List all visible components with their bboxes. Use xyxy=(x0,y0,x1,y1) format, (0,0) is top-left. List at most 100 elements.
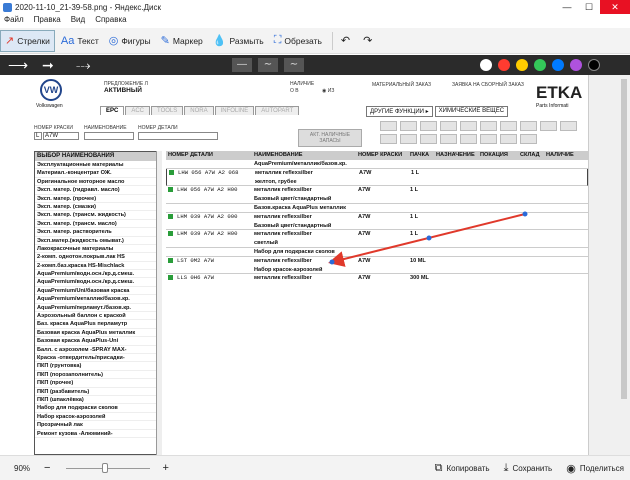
menu-edit[interactable]: Правка xyxy=(34,15,61,27)
table-row[interactable]: LLS 0H6 A7W металлик reflexsilber A7W 300 M… xyxy=(166,274,588,283)
table-row[interactable]: Базовый цвет/стандартный xyxy=(166,222,588,231)
search-icon[interactable] xyxy=(460,134,477,144)
swatch-blue[interactable] xyxy=(552,59,564,71)
table-row[interactable]: LHM 039 A7W A2 000 металлик reflexsilber A… xyxy=(166,213,588,222)
name-list-item[interactable]: ПКП (шпаклёвка) xyxy=(35,396,161,405)
tab-autopart[interactable]: AUTOPART xyxy=(255,106,300,115)
save-button[interactable]: ⤓ Сохранить xyxy=(504,462,553,475)
tools-icon[interactable] xyxy=(500,121,517,131)
arrow-style-bold-icon[interactable]: ➞ xyxy=(42,57,68,74)
name-list-item[interactable]: Балл. с аэрозолем -SPRAY MAX- xyxy=(35,346,161,354)
arrow-style-solid-icon[interactable]: ⟶ xyxy=(8,57,34,74)
arrows-tool-button[interactable]: ↗ Стрелки xyxy=(0,29,55,52)
name-list-item[interactable]: Эксплуатационные материалы xyxy=(35,161,161,170)
tab-nora[interactable]: NORA xyxy=(184,106,214,115)
zoom-slider-knob[interactable] xyxy=(102,463,109,473)
name-list-item[interactable]: Баз. краска AquaPlus перламутр xyxy=(35,320,161,329)
name-list-item[interactable]: ПКП (грунтовка) xyxy=(35,362,161,371)
col-availability[interactable]: НАЛИЧИЕ xyxy=(544,151,584,160)
swatch-black[interactable] xyxy=(588,59,600,71)
tab-epc[interactable]: EPC xyxy=(100,106,125,115)
text-tool-button[interactable]: Aa Текст xyxy=(57,30,103,52)
col-warehouse[interactable]: СКЛАД xyxy=(518,151,544,160)
settings-icon[interactable] xyxy=(520,134,537,144)
name-list-item[interactable]: AquaPremium/металлик/базов.кр. xyxy=(35,295,161,304)
name-list-item[interactable]: Эксп. матер. (трансм. масло) xyxy=(35,220,161,229)
line-thick-button[interactable]: ∼ xyxy=(284,58,304,72)
line-medium-button[interactable]: ∼ xyxy=(258,58,278,72)
list-icon[interactable] xyxy=(460,121,477,131)
copy-icon[interactable] xyxy=(560,121,577,131)
undo-button[interactable]: ↶ xyxy=(337,30,357,52)
arrow-style-dotted-icon[interactable]: ⤏ xyxy=(76,57,102,74)
edit-icon[interactable] xyxy=(420,134,437,144)
name-list-item[interactable]: AquaPremium/Uni/базовая краска xyxy=(35,287,161,296)
paint-number-field[interactable]: A7W xyxy=(43,132,79,140)
presence-option-iz[interactable]: ◉ ИЗ xyxy=(322,88,334,94)
menu-view[interactable]: Вид xyxy=(71,15,85,27)
col-part-number[interactable]: НОМЕР ДЕТАЛИ xyxy=(166,151,252,160)
name-list-item[interactable]: 2-комп.баз.краска HS-Mischlack xyxy=(35,262,161,271)
name-field[interactable] xyxy=(84,132,134,140)
col-location[interactable]: ПОКАЦИЯ xyxy=(478,151,518,160)
scrollbar-thumb[interactable] xyxy=(621,79,627,399)
name-list-item[interactable]: Оригинальное моторное масло xyxy=(35,178,161,187)
name-list-item[interactable]: ПКП (разбавитель) xyxy=(35,388,161,396)
blur-tool-button[interactable]: 💧 Размыть xyxy=(209,30,268,52)
name-list-item[interactable]: Эксп. матер. (прочее) xyxy=(35,195,161,203)
line-thin-button[interactable]: — xyxy=(232,58,252,72)
export-icon[interactable] xyxy=(520,121,537,131)
swatch-purple[interactable] xyxy=(570,59,582,71)
tab-tools[interactable]: TOOLS xyxy=(151,106,184,115)
stock-icon[interactable] xyxy=(400,121,417,131)
name-list-item[interactable]: Лакокрасочные материалы xyxy=(35,245,161,254)
current-stock-button[interactable]: АКТ. НАЛИЧНЫЕ ЗАПАСЫ xyxy=(298,129,362,147)
marker-tool-button[interactable]: ✎ Маркер xyxy=(157,30,207,52)
menu-file[interactable]: Файл xyxy=(4,15,24,27)
name-list-item[interactable]: ПКП (прочее) xyxy=(35,379,161,388)
name-list-item[interactable]: Базовая краска AquaPlus металлик xyxy=(35,329,161,338)
close-button[interactable]: ✕ xyxy=(600,0,630,14)
filter-icon[interactable] xyxy=(380,134,397,144)
note-icon[interactable] xyxy=(440,134,457,144)
col-purpose[interactable]: НАЗНАЧЕНИЕ xyxy=(434,151,478,160)
help-icon[interactable] xyxy=(500,134,517,144)
close-panel-icon[interactable] xyxy=(540,121,557,131)
table-row[interactable]: светлый xyxy=(166,239,588,248)
name-list-item[interactable]: Материал.-концентрат ОЖ. xyxy=(35,169,161,178)
name-list-item[interactable]: Ремонт кузова -Алюминий- xyxy=(35,430,161,438)
cart-icon[interactable] xyxy=(440,121,457,131)
table-row[interactable]: LHW 056 A7W A2 H00 металлик reflexsilber A… xyxy=(166,186,588,195)
col-paint-number[interactable]: НОМЕР КРАСКИ xyxy=(356,151,408,160)
name-list-item[interactable]: 2-комп. однотон.покрыв.лак HS xyxy=(35,253,161,262)
table-row[interactable]: LST 0M2 A7W металлик reflexsilber A7W 10 ML xyxy=(166,257,588,266)
name-list-item[interactable]: Эксп. матер. (гидравл. масло) xyxy=(35,186,161,195)
swatch-white[interactable] xyxy=(480,59,492,71)
menu-help[interactable]: Справка xyxy=(95,15,126,27)
print-icon[interactable] xyxy=(380,121,397,131)
table-row[interactable]: Базовый цвет/стандартный xyxy=(166,195,588,204)
name-list-item[interactable]: Эксп. матер. растворитель xyxy=(35,228,161,237)
name-list-item[interactable]: Набор красок-аэрозолей xyxy=(35,413,161,422)
info-icon[interactable] xyxy=(480,121,497,131)
name-list-item[interactable]: Эксп.матер.(жидкость омыват.) xyxy=(35,237,161,245)
name-list-item[interactable]: Эксп. матер. (трансм. жидкость) xyxy=(35,211,161,220)
col-pack[interactable]: ПАЧКА xyxy=(408,151,434,160)
table-row[interactable]: LHW 056 A7W A2 068 металлик reflexsilber A… xyxy=(166,168,588,178)
minimize-button[interactable]: — xyxy=(556,0,578,14)
swatch-green[interactable] xyxy=(534,59,546,71)
part-number-field[interactable] xyxy=(138,132,218,140)
table-row[interactable]: AquaPremium/металлик/базов.кр. xyxy=(166,160,588,169)
name-list-item[interactable]: Базовая краска AquaPlus-Uni xyxy=(35,337,161,346)
shapes-tool-button[interactable]: ◎ Фигуры xyxy=(105,30,155,52)
grid-icon[interactable] xyxy=(400,134,417,144)
name-list-item[interactable]: AquaPremium/водн.осн./кр.д.смеш. xyxy=(35,278,161,287)
crop-tool-button[interactable]: ⛶ Обрезать xyxy=(270,30,326,52)
table-row[interactable]: Набор для подкраски сколов xyxy=(166,248,588,257)
swatch-yellow[interactable] xyxy=(516,59,528,71)
other-functions-button[interactable]: ДРУГИЕ ФУНКЦИИ ▸ xyxy=(366,106,433,117)
name-list-item[interactable]: Эксп. матер. (смазки) xyxy=(35,203,161,212)
name-list-scrollbar[interactable] xyxy=(156,151,162,455)
name-list-item[interactable]: Аэрозольный баллон с краской xyxy=(35,312,161,321)
name-list-item[interactable]: Прозрачный лак xyxy=(35,421,161,430)
